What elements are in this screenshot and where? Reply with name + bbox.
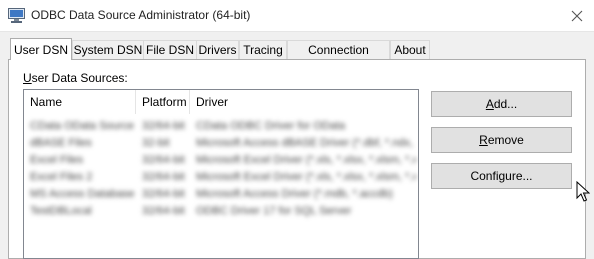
list-cell-platform: 32/64-bit bbox=[142, 205, 185, 217]
add-button-mnemonic: A bbox=[485, 97, 494, 111]
tab-about[interactable]: About bbox=[390, 40, 430, 59]
list-cell-driver: ODBC Driver 17 for SQL Server bbox=[196, 205, 352, 217]
window-title: ODBC Data Source Administrator (64-bit) bbox=[31, 8, 251, 22]
list-item[interactable]: CData OData Source 32/64-bit CData ODBC Dr… bbox=[24, 118, 418, 135]
list-item[interactable]: Excel Files 2 32/64-bit Microsoft Excel Dr… bbox=[24, 169, 418, 186]
mouse-pointer-icon bbox=[576, 181, 590, 202]
configure-button-label: Configure... bbox=[470, 169, 533, 183]
list-body: CData OData Source 32/64-bit CData ODBC Dr… bbox=[24, 118, 418, 220]
list-header: Name Platform Driver bbox=[24, 90, 418, 114]
column-header-name[interactable]: Name bbox=[24, 90, 136, 114]
list-cell-name: CData OData Source bbox=[30, 120, 134, 132]
close-icon bbox=[571, 10, 583, 22]
list-item[interactable]: dBASE Files 32-bit Microsoft Access dBASE … bbox=[24, 135, 418, 152]
list-cell-name: Excel Files bbox=[30, 154, 84, 166]
list-item[interactable]: Excel Files 32/64-bit Microsoft Excel Driv… bbox=[24, 152, 418, 169]
remove-button-mnemonic: R bbox=[479, 133, 488, 147]
list-cell-name: MS Access Database bbox=[30, 188, 134, 200]
user-data-sources-list[interactable]: Name Platform Driver CData OData Source 3… bbox=[23, 89, 419, 259]
tab-system-dsn[interactable]: System DSN bbox=[72, 40, 144, 59]
tab-user-dsn[interactable]: User DSN bbox=[10, 38, 72, 60]
tab-file-dsn[interactable]: File DSN bbox=[143, 40, 197, 59]
list-cell-driver: CData ODBC Driver for OData bbox=[196, 120, 346, 132]
list-cell-driver: Microsoft Access Driver (*.mdb, *.accdb) bbox=[196, 188, 393, 200]
list-cell-driver: Microsoft Excel Driver (*.xls, *.xlsx, *… bbox=[196, 171, 416, 183]
list-cell-driver: Microsoft Excel Driver (*.xls, *.xlsx, *… bbox=[196, 154, 416, 166]
remove-button-label: emove bbox=[487, 133, 524, 147]
odbc-app-icon bbox=[8, 8, 25, 23]
list-item[interactable]: MS Access Database 32/64-bit Microsoft Acc… bbox=[24, 186, 418, 203]
add-button[interactable]: Add... bbox=[431, 91, 572, 117]
add-button-label: dd... bbox=[493, 97, 518, 111]
tab-connection-pooling[interactable]: Connection Pooling bbox=[287, 40, 390, 76]
configure-button[interactable]: Configure... bbox=[431, 163, 572, 189]
list-cell-platform: 32/64-bit bbox=[142, 154, 185, 166]
remove-button[interactable]: Remove bbox=[431, 127, 572, 153]
tab-drivers[interactable]: Drivers bbox=[196, 40, 239, 59]
list-cell-name: Excel Files 2 bbox=[30, 171, 93, 183]
list-item[interactable]: TestDBLocal 32/64-bit ODBC Driver 17 for S… bbox=[24, 203, 418, 220]
list-cell-platform: 32-bit bbox=[142, 137, 170, 149]
list-cell-platform: 32/64-bit bbox=[142, 120, 185, 132]
close-button[interactable] bbox=[566, 6, 588, 26]
title-bar: ODBC Data Source Administrator (64-bit) bbox=[0, 0, 594, 32]
list-cell-driver: Microsoft Access dBASE Driver (*.dbf, *.… bbox=[196, 137, 416, 149]
list-cell-platform: 32/64-bit bbox=[142, 171, 185, 183]
user-data-sources-label-text: ser Data Sources: bbox=[31, 71, 128, 85]
list-cell-name: dBASE Files bbox=[30, 137, 92, 149]
user-data-sources-label: User Data Sources: bbox=[23, 71, 128, 85]
column-header-driver[interactable]: Driver bbox=[190, 90, 418, 114]
column-header-platform[interactable]: Platform bbox=[136, 90, 190, 114]
tab-tracing[interactable]: Tracing bbox=[239, 40, 287, 59]
list-cell-name: TestDBLocal bbox=[30, 205, 92, 217]
list-cell-platform: 32/64-bit bbox=[142, 188, 185, 200]
